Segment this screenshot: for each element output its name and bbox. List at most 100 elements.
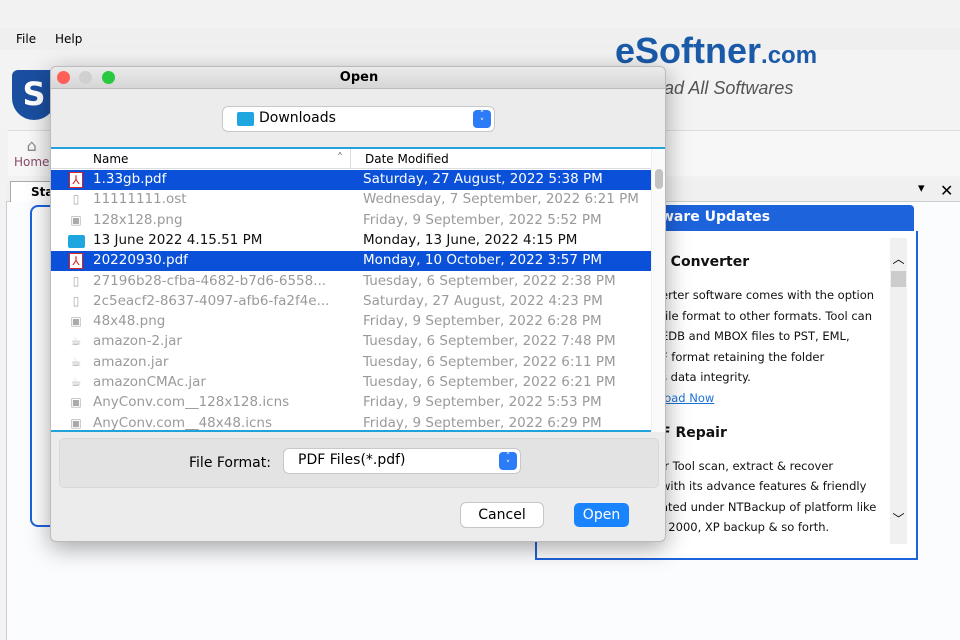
file-date: Tuesday, 6 September, 2022 6:11 PM — [363, 353, 616, 370]
file-name: 1.33gb.pdf — [93, 171, 167, 187]
update-text: s data integrity. — [661, 370, 751, 384]
file-format-value: PDF Files(*.pdf) — [298, 452, 406, 468]
scroll-down-icon[interactable]: ﹀ — [890, 510, 907, 527]
home-button[interactable]: ⌂ Home — [14, 136, 49, 169]
file-row[interactable]: ▣ AnyConv.com__128x128.icns Friday, 9 Sept… — [51, 393, 651, 413]
scroll-thumb[interactable] — [891, 271, 906, 287]
file-row[interactable]: ☕ amazon.jar Tuesday, 6 September, 2022 6:… — [51, 353, 651, 373]
brand-tld: .com — [761, 42, 818, 69]
file-row[interactable]: ▣ AnyConv.com__48x48.icns Friday, 9 Septem… — [51, 414, 651, 434]
dialog-title: Open — [339, 70, 379, 85]
update-text: EDB and MBOX files to PST, EML, — [661, 329, 850, 343]
file-date: Friday, 9 September, 2022 5:53 PM — [363, 394, 602, 411]
file-format-select[interactable]: PDF Files(*.pdf) ˄ ˅ — [284, 449, 520, 473]
file-date: Tuesday, 6 September, 2022 6:21 PM — [363, 374, 616, 390]
file-row[interactable]: 13 June 2022 4.15.51 PM Monday, 13 June, … — [51, 231, 651, 251]
brand-name: eSoftner — [615, 30, 762, 71]
folder-icon — [68, 234, 85, 248]
file-row[interactable]: ⅄ 1.33gb.pdf Saturday, 27 August, 2022 5:3… — [51, 170, 651, 191]
image-icon: ▣ — [70, 415, 82, 430]
sort-ascending-icon: ˄ — [337, 151, 343, 165]
column-divider[interactable] — [350, 149, 351, 169]
update-text: ated under NTBackup of platform like — [661, 500, 877, 514]
file-date: Friday, 9 September, 2022 5:52 PM — [363, 211, 602, 228]
menu-help[interactable]: Help — [55, 32, 82, 46]
list-header: Name ˄ Date Modified — [51, 149, 651, 169]
file-name: 128x128.png — [93, 211, 183, 228]
file-name: 13 June 2022 4.15.51 PM — [93, 231, 263, 248]
column-date-modified[interactable]: Date Modified — [365, 152, 449, 166]
folder-name: Downloads — [259, 110, 336, 126]
update-text: , 2000, XP backup & so forth. — [661, 520, 830, 534]
image-icon: ▣ — [70, 314, 82, 329]
scroll-up-icon[interactable]: ︿ — [890, 250, 907, 267]
file-name: 27196b28-cfba-4682-b7d6-6558... — [93, 272, 327, 289]
file-row[interactable]: ▯ 27196b28-cfba-4682-b7d6-6558... Tuesday,… — [51, 272, 651, 292]
open-button[interactable]: Open — [574, 503, 629, 527]
close-icon[interactable]: ✕ — [940, 181, 953, 200]
file-name: AnyConv.com__48x48.icns — [93, 414, 272, 431]
update-text: ir Tool scan, extract & recover — [661, 459, 834, 473]
update-text: file format to other formats. Tool can — [661, 309, 873, 323]
dropdown-icon[interactable]: ▾ — [918, 181, 925, 196]
zoom-window-button[interactable] — [102, 71, 115, 84]
scroll-thumb[interactable] — [655, 169, 663, 189]
file-date: Monday, 13 June, 2022 4:15 PM — [363, 231, 578, 248]
file-date: Friday, 9 September, 2022 6:28 PM — [363, 313, 602, 330]
file-name: amazonCMAc.jar — [93, 374, 206, 390]
pdf-icon: ⅄ — [69, 172, 83, 188]
file-row[interactable]: ☕ amazonCMAc.jar Tuesday, 6 September, 202… — [51, 373, 651, 393]
file-row[interactable]: ⅄ 20220930.pdf Monday, 10 October, 2022 3:… — [51, 251, 651, 272]
file-date: Wednesday, 7 September, 2022 6:21 PM — [363, 191, 639, 208]
close-window-button[interactable] — [57, 71, 70, 84]
file-date: Saturday, 27 August, 2022 4:23 PM — [363, 292, 603, 309]
file-date: Saturday, 27 August, 2022 5:38 PM — [363, 171, 603, 187]
chevron-updown-icon: ˄ ˅ — [473, 110, 491, 128]
jar-icon: ☕ — [70, 354, 82, 369]
file-list-scrollbar[interactable] — [651, 149, 665, 432]
file-date: Monday, 10 October, 2022 3:57 PM — [363, 252, 602, 269]
minimize-window-button[interactable] — [79, 71, 92, 84]
file-name: amazon.jar — [93, 353, 169, 370]
file-row[interactable]: ▯ 11111111.ost Wednesday, 7 September, 202… — [51, 190, 651, 210]
folder-popup[interactable]: Downloads ˄ ˅ — [223, 107, 494, 131]
update-text: with its advance features & friendly — [661, 479, 867, 493]
update-heading-2: F Repair — [661, 425, 727, 441]
file-format-label: File Format: — [189, 455, 271, 471]
file-row[interactable]: ☕ amazon-2.jar Tuesday, 6 September, 2022 … — [51, 332, 651, 352]
updates-scrollbar[interactable]: ︿ ﹀ — [890, 238, 907, 544]
menu-file[interactable]: File — [16, 32, 36, 46]
image-icon: ▣ — [70, 395, 82, 410]
open-dialog: Open Downloads ˄ ˅ Name ˄ Date Modified ⅄… — [50, 66, 666, 542]
jar-icon: ☕ — [70, 334, 82, 349]
column-name[interactable]: Name — [93, 152, 128, 166]
chevron-updown-icon: ˄ ˅ — [499, 452, 517, 470]
cancel-button[interactable]: Cancel — [461, 503, 543, 527]
file-icon: ▯ — [72, 293, 80, 308]
file-name: amazon-2.jar — [93, 333, 182, 350]
update-heading-1: l Converter — [661, 254, 750, 270]
file-name: 11111111.ost — [93, 191, 187, 208]
file-row[interactable]: ▣ 128x128.png Friday, 9 September, 2022 5:… — [51, 211, 651, 231]
update-text: erter software comes with the option — [661, 288, 875, 302]
folder-icon — [237, 112, 254, 126]
file-name: 2c5eacf2-8637-4097-afb6-fa2f4e... — [93, 292, 330, 309]
dialog-titlebar: Open — [51, 67, 665, 89]
file-name: AnyConv.com__128x128.icns — [93, 394, 290, 411]
home-icon: ⌂ — [26, 136, 37, 155]
file-name: 20220930.pdf — [93, 252, 188, 269]
file-icon: ▯ — [72, 273, 80, 288]
file-date: Friday, 9 September, 2022 6:29 PM — [363, 414, 602, 431]
image-icon: ▣ — [70, 212, 82, 227]
file-list[interactable]: Name ˄ Date Modified ⅄ 1.33gb.pdf Saturday… — [51, 147, 665, 434]
file-date: Tuesday, 6 September, 2022 7:48 PM — [363, 333, 616, 350]
update-text: F format retaining the folder — [661, 350, 825, 364]
pdf-icon: ⅄ — [69, 253, 83, 270]
home-label: Home — [14, 155, 50, 169]
file-name: 48x48.png — [93, 313, 166, 330]
file-date: Tuesday, 6 September, 2022 2:38 PM — [363, 272, 616, 289]
file-row[interactable]: ▣ 48x48.png Friday, 9 September, 2022 6:28… — [51, 312, 651, 332]
file-icon: ▯ — [72, 192, 80, 207]
download-now-link[interactable]: load Now — [661, 391, 714, 405]
file-row[interactable]: ▯ 2c5eacf2-8637-4097-afb6-fa2f4e... Saturd… — [51, 292, 651, 312]
